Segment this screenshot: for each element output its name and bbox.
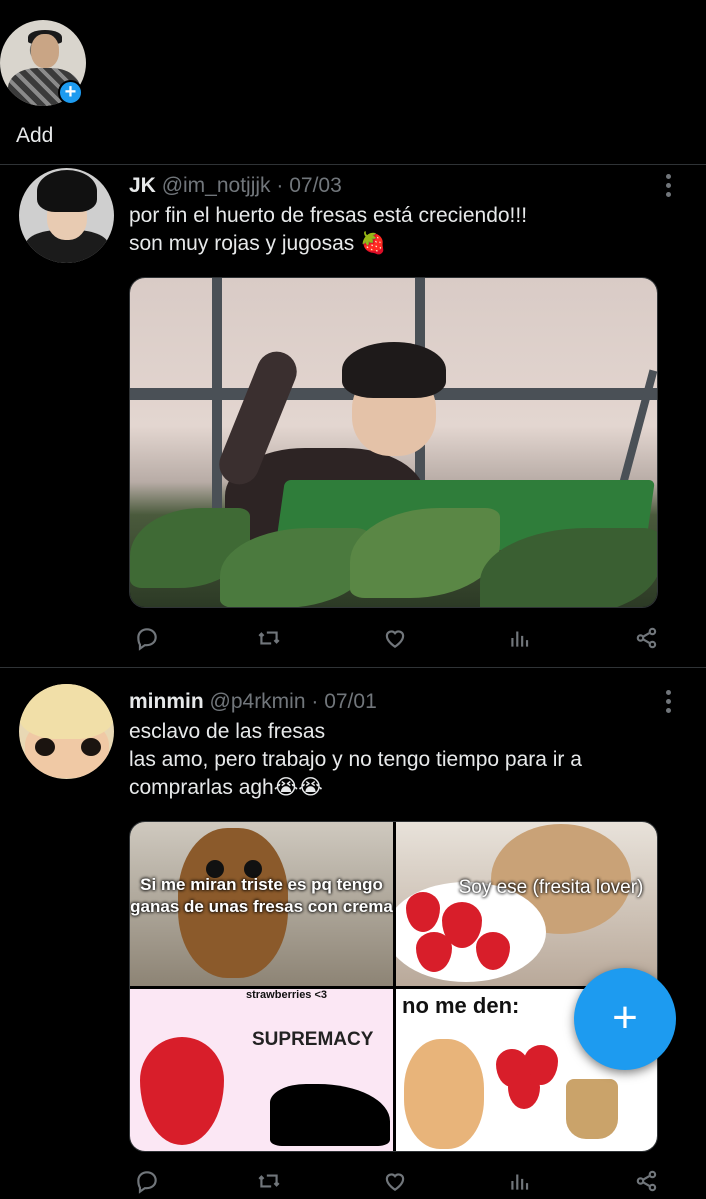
more-icon[interactable] — [666, 690, 672, 717]
kitten-image — [404, 1039, 484, 1149]
avatar[interactable] — [19, 168, 114, 263]
handle[interactable]: @p4rkmin — [210, 690, 306, 713]
tweet-photo[interactable] — [129, 277, 658, 608]
heart-icon[interactable] — [377, 620, 413, 656]
add-fleet-label[interactable]: Add — [16, 124, 53, 148]
analytics-icon[interactable] — [502, 1163, 538, 1199]
kneeling-silhouette — [270, 1084, 390, 1146]
add-fleet-icon[interactable]: + — [58, 80, 83, 105]
handle[interactable]: @im_notjjjk — [162, 174, 271, 197]
tweet-text: esclavo de las fresas las amo, pero trab… — [129, 720, 582, 799]
avatar[interactable] — [19, 684, 114, 779]
meme-caption: Soy ese (fresita lover) — [458, 877, 644, 898]
avatar-hair — [19, 684, 114, 739]
tweet-header: minmin @p4rkmin · 07/01 — [129, 690, 377, 714]
strawberry — [140, 1037, 224, 1145]
tweet-header: JK @im_notjjjk · 07/03 — [129, 174, 342, 198]
more-icon[interactable] — [666, 174, 672, 201]
tweet-actions — [129, 1163, 669, 1199]
meme-caption: SUPREMACY — [252, 1029, 374, 1050]
retweet-icon[interactable] — [251, 1163, 287, 1199]
avatar-eye — [35, 738, 55, 756]
tweet-actions — [129, 620, 669, 656]
tweet-photo-grid: Si me miran triste es pq tengo ganas de … — [129, 821, 658, 1152]
timestamp[interactable]: · 07/01 — [311, 690, 376, 713]
tweet[interactable]: JK @im_notjjjk · 07/03 por fin el huerto… — [0, 165, 706, 668]
display-name[interactable]: minmin — [129, 690, 204, 713]
person — [330, 340, 460, 490]
share-icon[interactable] — [629, 620, 665, 656]
share-icon[interactable] — [629, 1163, 665, 1199]
grid-image[interactable]: Si me miran triste es pq tengo ganas de … — [130, 822, 393, 986]
tweet[interactable]: minmin @p4rkmin · 07/01 esclavo de las f… — [0, 668, 706, 1199]
avatar-eye — [81, 738, 101, 756]
strawberry — [508, 1073, 540, 1109]
person-hair — [342, 342, 446, 398]
avatar-hair — [37, 170, 97, 212]
grid-image[interactable]: Soy ese (fresita lover) — [396, 822, 657, 986]
retweet-icon[interactable] — [251, 620, 287, 656]
strawberry-basket — [566, 1079, 618, 1139]
fleets-bar: + Add — [0, 0, 706, 165]
analytics-icon[interactable] — [502, 620, 538, 656]
reply-icon[interactable] — [129, 1163, 165, 1199]
tweet-text: por fin el huerto de fresas está crecien… — [129, 204, 528, 255]
grid-image[interactable]: strawberries <3 SUPREMACY — [130, 989, 393, 1151]
compose-button[interactable]: + — [574, 968, 676, 1070]
display-name[interactable]: JK — [129, 174, 156, 197]
meme-caption-top: strawberries <3 — [246, 989, 328, 1001]
avatar-head — [31, 34, 59, 68]
reply-icon[interactable] — [129, 620, 165, 656]
meme-caption: no me den: — [402, 993, 520, 1018]
meme-caption: Si me miran triste es pq tengo ganas de … — [130, 875, 393, 916]
heart-icon[interactable] — [377, 1163, 413, 1199]
timestamp[interactable]: · 07/03 — [276, 174, 341, 197]
